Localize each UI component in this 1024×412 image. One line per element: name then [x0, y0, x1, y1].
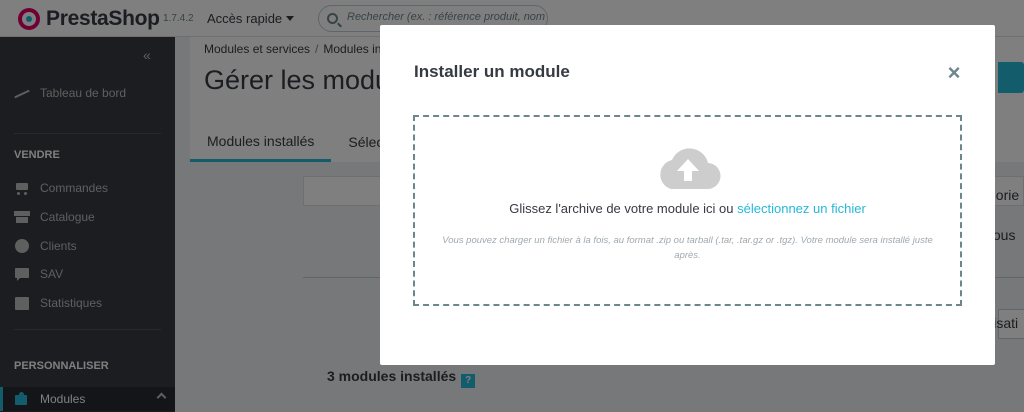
upload-dropzone[interactable]: Glissez l'archive de votre module ici ou…	[413, 115, 962, 306]
dropzone-note: Vous pouvez charger un fichier à la fois…	[442, 235, 933, 261]
cloud-upload-icon	[660, 148, 721, 190]
modal-title: Installer un module	[414, 62, 570, 81]
dropzone-instruction: Glissez l'archive de votre module ici ou	[509, 201, 734, 216]
dropzone-text: Glissez l'archive de votre module ici ou…	[415, 201, 960, 216]
select-file-link[interactable]: sélectionnez un fichier	[737, 201, 866, 216]
close-icon[interactable]: ×	[944, 62, 964, 84]
install-module-modal: Installer un module × Glissez l'archive …	[380, 25, 995, 365]
